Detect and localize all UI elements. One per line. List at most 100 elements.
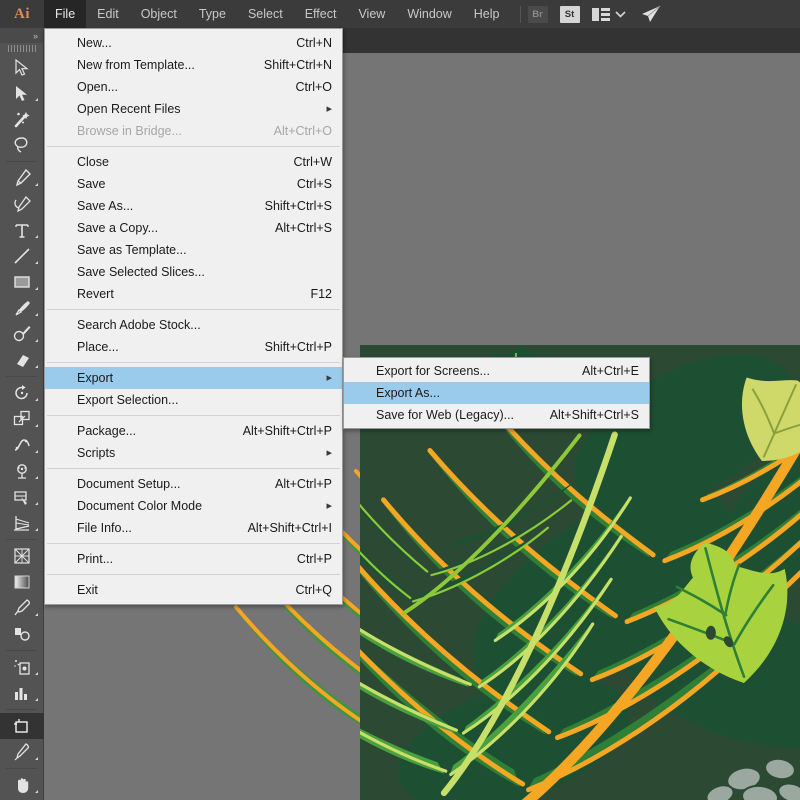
lasso-tool[interactable] <box>0 132 44 158</box>
rectangle-tool[interactable] <box>0 269 44 295</box>
shaper-pencil-tool[interactable] <box>0 321 44 347</box>
tools-divider <box>6 161 37 162</box>
menu-item-save-selected-slices[interactable]: Save Selected Slices... <box>45 261 342 283</box>
menu-item-save-as-accel: Shift+Ctrl+S <box>264 199 332 213</box>
scale-tool[interactable] <box>0 406 44 432</box>
menu-item-save-for-web-legacy[interactable]: Save for Web (Legacy)... Alt+Shift+Ctrl+… <box>344 404 649 426</box>
artboard-tool[interactable] <box>0 713 44 739</box>
menu-window[interactable]: Window <box>396 0 462 28</box>
artboard[interactable] <box>404 398 800 800</box>
menu-item-new-from-template[interactable]: New from Template... Shift+Ctrl+N <box>45 54 342 76</box>
type-tool[interactable] <box>0 217 44 243</box>
menu-type[interactable]: Type <box>188 0 237 28</box>
menu-item-open-recent-files[interactable]: Open Recent Files ▸ <box>45 98 342 120</box>
menu-view[interactable]: View <box>347 0 396 28</box>
menu-item-export-selection[interactable]: Export Selection... <box>45 389 342 411</box>
bridge-button[interactable]: Br <box>527 5 548 23</box>
menu-item-document-setup-label: Document Setup... <box>77 477 181 491</box>
eyedropper-tool[interactable] <box>0 595 44 621</box>
menu-item-open[interactable]: Open... Ctrl+O <box>45 76 342 98</box>
menu-item-place[interactable]: Place... Shift+Ctrl+P <box>45 336 342 358</box>
width-tool[interactable] <box>0 432 44 458</box>
menu-select[interactable]: Select <box>237 0 294 28</box>
blend-tool[interactable] <box>0 621 44 647</box>
tools-divider <box>6 650 37 651</box>
menu-item-package[interactable]: Package... Alt+Shift+Ctrl+P <box>45 420 342 442</box>
type-t-icon <box>15 223 29 238</box>
menu-edit[interactable]: Edit <box>86 0 130 28</box>
hand-tool[interactable] <box>0 772 44 798</box>
file-menu-dropdown[interactable]: New... Ctrl+N New from Template... Shift… <box>44 28 343 605</box>
puppet-warp-icon <box>17 464 27 479</box>
slice-tool[interactable] <box>0 739 44 765</box>
submenu-arrow-icon: ▸ <box>326 371 332 384</box>
shape-builder-tool[interactable] <box>0 484 44 510</box>
menu-item-search-adobe-stock[interactable]: Search Adobe Stock... <box>45 314 342 336</box>
symbol-sprayer-tool[interactable] <box>0 654 44 680</box>
rotate-tool[interactable] <box>0 380 44 406</box>
workspace-switcher[interactable] <box>591 7 626 21</box>
menu-separator <box>47 146 340 147</box>
column-graph-tool[interactable] <box>0 680 44 706</box>
curvature-tool[interactable] <box>0 191 44 217</box>
gradient-tool[interactable] <box>0 569 44 595</box>
menu-effect[interactable]: Effect <box>294 0 348 28</box>
publish-online-button[interactable] <box>640 5 662 23</box>
menu-item-revert[interactable]: Revert F12 <box>45 283 342 305</box>
menu-file-label: File <box>55 7 76 21</box>
mesh-icon <box>14 548 30 564</box>
menu-item-browse-in-bridge: Browse in Bridge... Alt+Ctrl+O <box>45 120 342 142</box>
menu-item-search-adobe-stock-label: Search Adobe Stock... <box>77 318 201 332</box>
perspective-grid-tool[interactable] <box>0 510 44 536</box>
eraser-icon <box>17 355 29 367</box>
menu-item-exit[interactable]: Exit Ctrl+Q <box>45 579 342 601</box>
menu-item-close[interactable]: Close Ctrl+W <box>45 151 342 173</box>
menu-item-save-as-template[interactable]: Save as Template... <box>45 239 342 261</box>
menu-item-save-as[interactable]: Save As... Shift+Ctrl+S <box>45 195 342 217</box>
menu-item-export-for-screens[interactable]: Export for Screens... Alt+Ctrl+E <box>344 360 649 382</box>
menu-item-print[interactable]: Print... Ctrl+P <box>45 548 342 570</box>
magic-wand-tool[interactable] <box>0 106 44 132</box>
direct-selection-tool[interactable] <box>0 80 44 106</box>
line-segment-tool[interactable] <box>0 243 44 269</box>
menu-item-export-as[interactable]: Export As... <box>344 382 649 404</box>
eraser-tool[interactable] <box>0 347 44 373</box>
cursor-filled-icon <box>15 85 27 101</box>
perspective-grid-icon <box>14 516 30 531</box>
menu-item-new-from-template-accel: Shift+Ctrl+N <box>263 58 332 72</box>
menu-item-export-for-screens-accel: Alt+Ctrl+E <box>582 364 639 378</box>
menu-item-export[interactable]: Export ▸ <box>45 367 342 389</box>
menu-file[interactable]: File <box>44 0 87 28</box>
menu-item-export-selection-label: Export Selection... <box>77 393 179 407</box>
double-chevron-right-icon[interactable]: » <box>33 31 38 41</box>
menu-item-document-color-mode[interactable]: Document Color Mode ▸ <box>45 495 342 517</box>
selection-tool[interactable] <box>0 54 44 80</box>
free-transform-tool[interactable] <box>0 458 44 484</box>
menu-item-new[interactable]: New... Ctrl+N <box>45 32 342 54</box>
stock-button[interactable]: St <box>559 5 580 23</box>
menu-separator <box>47 543 340 544</box>
menu-item-save-a-copy-label: Save a Copy... <box>77 221 159 235</box>
menu-item-document-setup[interactable]: Document Setup... Alt+Ctrl+P <box>45 473 342 495</box>
tools-divider <box>6 768 37 769</box>
mesh-tool[interactable] <box>0 543 44 569</box>
tools-panel-grip[interactable] <box>0 43 43 54</box>
menu-item-save[interactable]: Save Ctrl+S <box>45 173 342 195</box>
menu-separator <box>47 415 340 416</box>
menu-item-scripts[interactable]: Scripts ▸ <box>45 442 342 464</box>
menu-item-save-a-copy[interactable]: Save a Copy... Alt+Ctrl+S <box>45 217 342 239</box>
paintbrush-tool[interactable] <box>0 295 44 321</box>
illustrator-window: Ai File Edit Object Type Select Effect V… <box>0 0 800 800</box>
menu-effect-label: Effect <box>304 7 337 21</box>
menu-item-file-info[interactable]: File Info... Alt+Shift+Ctrl+I <box>45 517 342 539</box>
menu-separator <box>47 468 340 469</box>
tools-panel-header[interactable]: » <box>0 28 43 43</box>
menu-object[interactable]: Object <box>130 0 188 28</box>
menu-item-open-recent-files-label: Open Recent Files <box>77 102 181 116</box>
menu-help[interactable]: Help <box>463 0 511 28</box>
menu-item-open-accel: Ctrl+O <box>295 80 332 94</box>
export-submenu[interactable]: Export for Screens... Alt+Ctrl+E Export … <box>343 357 650 429</box>
submenu-arrow-icon: ▸ <box>326 446 332 459</box>
pen-tool[interactable] <box>0 165 44 191</box>
illustrator-logo: Ai <box>14 5 30 22</box>
